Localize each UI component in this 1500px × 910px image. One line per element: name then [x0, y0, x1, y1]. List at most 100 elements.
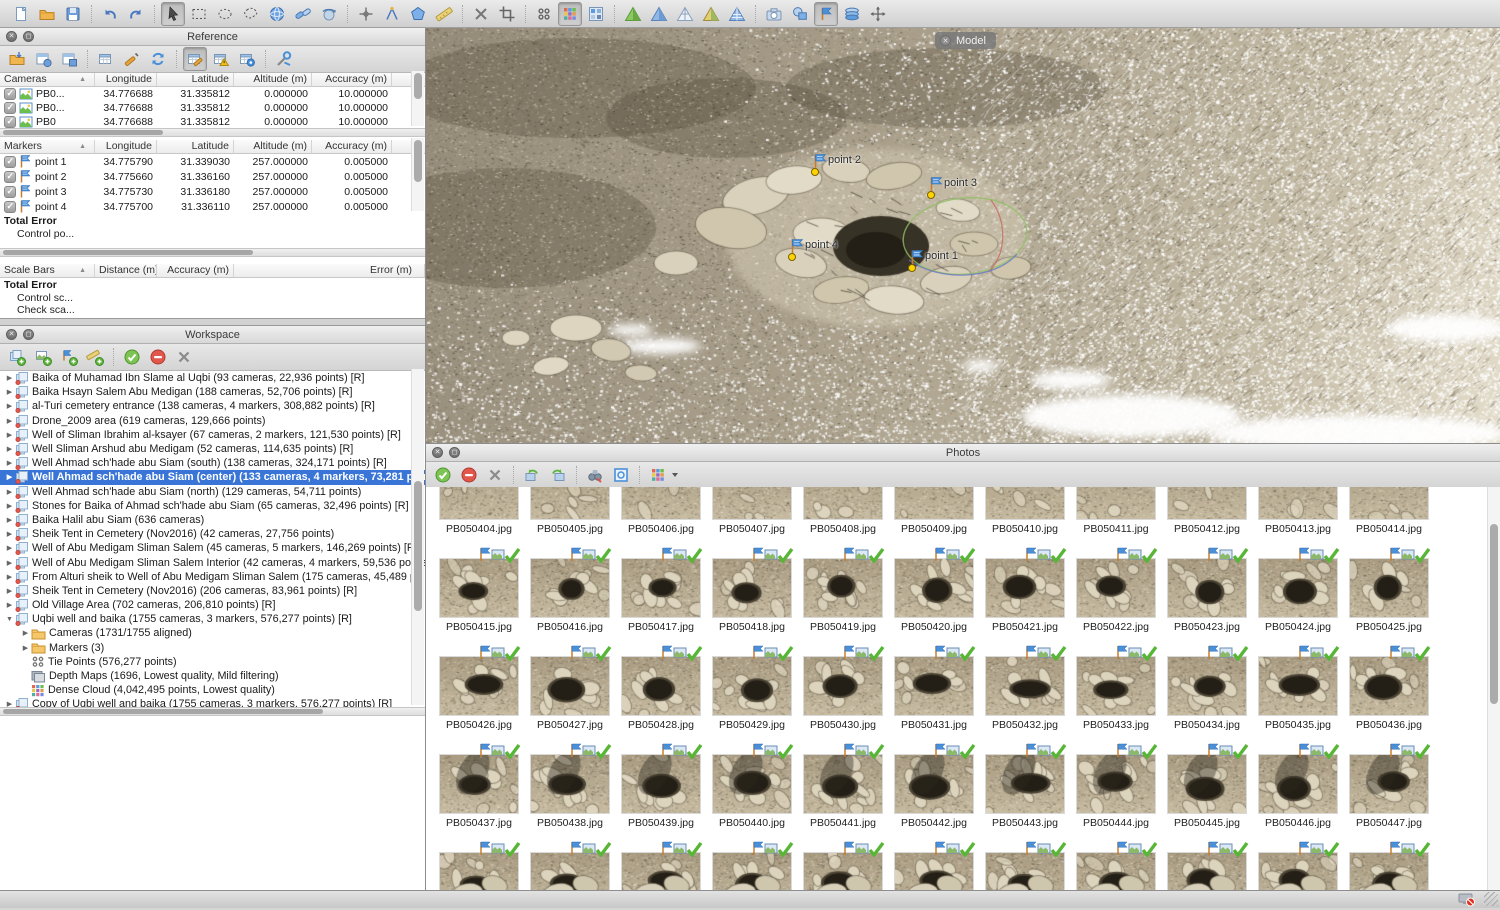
scalebar-group-label[interactable]: Control sc...	[0, 292, 425, 304]
photo-filename[interactable]: PB050413.jpg	[1253, 523, 1343, 535]
select-ellipse-icon[interactable]	[213, 2, 237, 26]
tree-item[interactable]: ▶Well of Abu Medigam Sliman Salem (45 ca…	[0, 541, 425, 555]
inspect-photo-icon[interactable]	[609, 463, 633, 487]
expand-arrow-icon[interactable]: ▶	[4, 530, 15, 538]
photo-thumbnail[interactable]	[1350, 657, 1428, 715]
enabled-checkbox[interactable]	[4, 102, 16, 114]
expand-arrow-icon[interactable]: ▶	[4, 402, 15, 410]
column-header-latitude[interactable]: Latitude	[157, 140, 234, 153]
remove-photo-icon[interactable]	[483, 463, 507, 487]
rotate-left-icon[interactable]	[520, 463, 544, 487]
photo-filename[interactable]: PB050422.jpg	[1071, 621, 1161, 633]
enable-photo-icon[interactable]	[431, 463, 455, 487]
add-scalebar-icon[interactable]	[83, 345, 107, 369]
mesh-shaded-icon[interactable]	[621, 2, 645, 26]
expand-arrow-icon[interactable]: ▶	[4, 445, 15, 453]
photo-filename[interactable]: PB050444.jpg	[1071, 817, 1161, 829]
photo-thumbnail[interactable]	[713, 657, 791, 715]
photo-thumbnail[interactable]	[1259, 487, 1337, 519]
photo-filename[interactable]: PB050424.jpg	[1253, 621, 1343, 633]
photo-filename[interactable]: PB050411.jpg	[1071, 523, 1161, 535]
photo-filename[interactable]: PB050446.jpg	[1253, 817, 1343, 829]
redo-icon[interactable]	[124, 2, 148, 26]
marker-row[interactable]: point 234.77566031.336160257.0000000.005…	[0, 169, 425, 184]
rotate-view-icon[interactable]	[291, 2, 315, 26]
photo-thumbnail[interactable]	[1259, 853, 1337, 890]
photo-filename[interactable]: PB050437.jpg	[434, 817, 524, 829]
resize-grip-icon[interactable]	[1484, 892, 1498, 906]
add-point-icon[interactable]	[354, 2, 378, 26]
photo-filename[interactable]: PB050417.jpg	[616, 621, 706, 633]
close-tab-icon[interactable]	[940, 35, 951, 46]
camera-row[interactable]: PB034.77668831.3358120.00000010.000000	[0, 115, 425, 128]
remove-item-icon[interactable]	[172, 345, 196, 369]
tree-item[interactable]: ▶Well Ahmad sch'hade abu Siam (south) (1…	[0, 456, 425, 470]
tree-item[interactable]: ▶Well of Sliman Ibrahim al-ksayer (67 ca…	[0, 428, 425, 442]
photo-thumbnail[interactable]	[1350, 487, 1428, 519]
photo-thumbnail[interactable]	[986, 559, 1064, 617]
photo-filename[interactable]: PB050409.jpg	[889, 523, 979, 535]
photo-thumbnail[interactable]	[986, 487, 1064, 519]
open-project-icon[interactable]	[35, 2, 59, 26]
photo-thumbnail[interactable]	[713, 853, 791, 890]
photo-thumbnail[interactable]	[804, 755, 882, 813]
chevron-down-icon[interactable]	[672, 473, 678, 477]
expand-arrow-icon[interactable]: ▶	[4, 388, 15, 396]
undo-icon[interactable]	[98, 2, 122, 26]
tree-item[interactable]: Dense Cloud (4,042,495 points, Lowest qu…	[0, 683, 425, 697]
mesh-wireframe-icon[interactable]	[673, 2, 697, 26]
save-reference-icon[interactable]	[57, 47, 81, 71]
edit-reference-icon[interactable]	[183, 47, 207, 71]
photo-filename[interactable]: PB050427.jpg	[525, 719, 615, 731]
expand-arrow-icon[interactable]: ▶	[20, 644, 31, 652]
photo-filename[interactable]: PB050405.jpg	[525, 523, 615, 535]
photo-thumbnail[interactable]	[440, 853, 518, 890]
photo-thumbnail[interactable]	[440, 657, 518, 715]
photo-thumbnail[interactable]	[531, 487, 609, 519]
photo-thumbnail[interactable]	[1168, 755, 1246, 813]
photo-filename[interactable]: PB050420.jpg	[889, 621, 979, 633]
marker-dot[interactable]	[927, 191, 935, 199]
tree-item[interactable]: ▶Baika of Muhamad Ibn Slame al Uqbi (93 …	[0, 371, 425, 385]
column-header-accuracy-m-[interactable]: Accuracy (m)	[312, 73, 392, 86]
filter-photos-icon[interactable]	[583, 463, 607, 487]
column-header-scale-bars[interactable]: Scale Bars▲	[0, 264, 95, 277]
photo-filename[interactable]: PB050425.jpg	[1344, 621, 1434, 633]
new-document-icon[interactable]	[9, 2, 33, 26]
show-dense-classes-icon[interactable]	[584, 2, 608, 26]
reference-settings-icon[interactable]	[272, 47, 296, 71]
photo-filename[interactable]: PB050412.jpg	[1162, 523, 1252, 535]
tree-item[interactable]: ▶Old Village Area (702 cameras, 206,810 …	[0, 598, 425, 612]
ruler-icon[interactable]	[432, 2, 456, 26]
photo-thumbnail[interactable]	[622, 559, 700, 617]
convert-reference-icon[interactable]	[94, 47, 118, 71]
expand-arrow-icon[interactable]: ▶	[4, 473, 15, 481]
column-header-cameras[interactable]: Cameras▲	[0, 73, 95, 86]
close-icon[interactable]	[6, 329, 17, 340]
tree-item[interactable]: ▶Well Ahmad sch'hade abu Siam (north) (1…	[0, 485, 425, 499]
column-header-distance-m-[interactable]: Distance (m)	[95, 264, 157, 277]
markers-hscrollbar[interactable]	[0, 248, 425, 257]
photo-thumbnail[interactable]	[804, 487, 882, 519]
column-header-longitude[interactable]: Longitude	[95, 140, 157, 153]
update-transform-icon[interactable]	[146, 47, 170, 71]
photo-thumbnail[interactable]	[986, 755, 1064, 813]
photo-filename[interactable]: PB050428.jpg	[616, 719, 706, 731]
photo-filename[interactable]: PB050418.jpg	[707, 621, 797, 633]
show-markers-icon[interactable]	[814, 2, 838, 26]
photo-thumbnail[interactable]	[895, 853, 973, 890]
photo-filename[interactable]: PB050430.jpg	[798, 719, 888, 731]
photo-filename[interactable]: PB050419.jpg	[798, 621, 888, 633]
photo-filename[interactable]: PB050438.jpg	[525, 817, 615, 829]
enabled-checkbox[interactable]	[4, 88, 16, 100]
expand-arrow-icon[interactable]: ▶	[4, 502, 15, 510]
cameras-vscrollbar[interactable]	[411, 71, 424, 126]
tree-item[interactable]: Depth Maps (1696, Lowest quality, Mild f…	[0, 669, 425, 683]
photo-filename[interactable]: PB050414.jpg	[1344, 523, 1434, 535]
photo-thumbnail[interactable]	[1259, 657, 1337, 715]
photo-thumbnail[interactable]	[1077, 755, 1155, 813]
tree-item[interactable]: ▶Markers (3)	[0, 641, 425, 655]
expand-arrow-icon[interactable]: ▶	[4, 601, 15, 609]
photo-thumbnail[interactable]	[1259, 559, 1337, 617]
view-estimated-icon[interactable]	[235, 47, 259, 71]
